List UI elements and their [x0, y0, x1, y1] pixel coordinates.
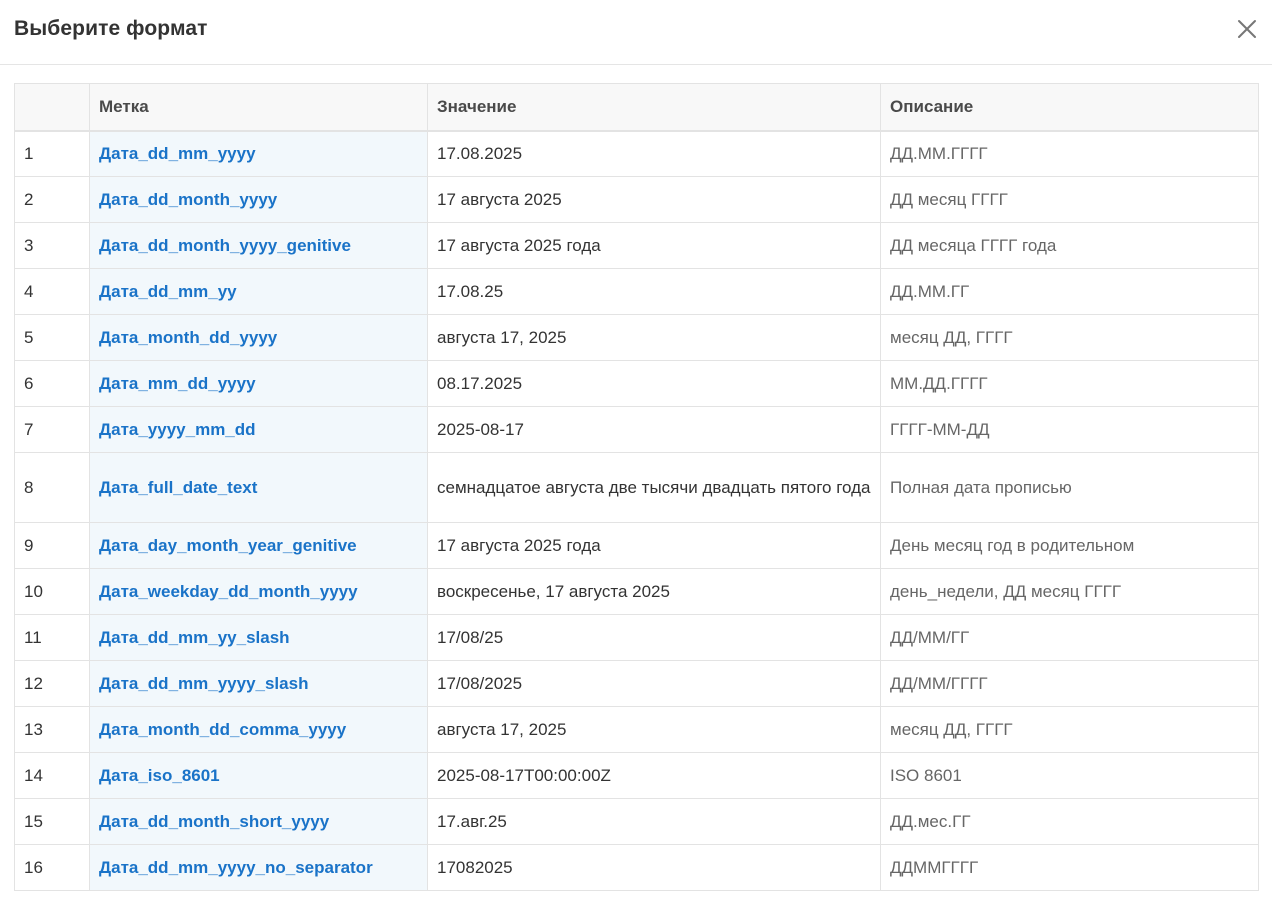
format-label-link[interactable]: Дата_dd_month_short_yyyy	[89, 798, 428, 845]
format-value: семнадцатое августа две тысячи двадцать …	[427, 452, 881, 523]
table-row[interactable]: 5 Дата_month_dd_yyyy августа 17, 2025 месяц…	[14, 314, 1259, 361]
row-number: 11	[14, 614, 90, 661]
dialog-title: Выберите формат	[14, 17, 208, 40]
format-value: августа 17, 2025	[427, 706, 881, 753]
row-number: 6	[14, 360, 90, 407]
table-row[interactable]: 1 Дата_dd_mm_yyyy 17.08.2025 ДД.ММ.ГГГГ	[14, 130, 1259, 177]
row-number: 9	[14, 522, 90, 569]
format-value: 17.08.25	[427, 268, 881, 315]
dialog-header: Выберите формат	[0, 0, 1272, 65]
format-value: 17/08/25	[427, 614, 881, 661]
row-number: 15	[14, 798, 90, 845]
table-row[interactable]: 2 Дата_dd_month_yyyy 17 августа 2025 ДД мес…	[14, 176, 1259, 223]
table-row[interactable]: 10 Дата_weekday_dd_month_yyyy воскресенье,…	[14, 568, 1259, 615]
close-icon	[1238, 20, 1256, 38]
table-row[interactable]: 12 Дата_dd_mm_yyyy_slash 17/08/2025 ДД/ММ/Г…	[14, 660, 1259, 707]
format-dialog: Выберите формат Метка Значение Описание …	[0, 0, 1272, 904]
table-row[interactable]: 7 Дата_yyyy_mm_dd 2025-08-17 ГГГГ-ММ-ДД	[14, 406, 1259, 453]
row-number: 14	[14, 752, 90, 799]
format-description: ДД.ММ.ГГГГ	[880, 130, 1259, 177]
table-row[interactable]: 6 Дата_mm_dd_yyyy 08.17.2025 ММ.ДД.ГГГГ	[14, 360, 1259, 407]
format-label-link[interactable]: Дата_dd_month_yyyy_genitive	[89, 222, 428, 269]
format-value: 17 августа 2025	[427, 176, 881, 223]
format-label-link[interactable]: Дата_dd_mm_yy_slash	[89, 614, 428, 661]
format-table: Метка Значение Описание 1 Дата_dd_mm_yyyy…	[14, 83, 1259, 891]
row-number: 16	[14, 844, 90, 891]
format-description: ДД.ММ.ГГ	[880, 268, 1259, 315]
row-number: 3	[14, 222, 90, 269]
format-description: День месяц год в родительном	[880, 522, 1259, 569]
format-description: день_недели, ДД месяц ГГГГ	[880, 568, 1259, 615]
format-label-link[interactable]: Дата_day_month_year_genitive	[89, 522, 428, 569]
format-label-link[interactable]: Дата_month_dd_comma_yyyy	[89, 706, 428, 753]
table-header: Метка Значение Описание	[14, 83, 1259, 132]
table-row[interactable]: 8 Дата_full_date_text семнадцатое августа …	[14, 452, 1259, 523]
table-row[interactable]: 13 Дата_month_dd_comma_yyyy августа 17, 20…	[14, 706, 1259, 753]
row-number: 13	[14, 706, 90, 753]
format-label-link[interactable]: Дата_mm_dd_yyyy	[89, 360, 428, 407]
row-number: 12	[14, 660, 90, 707]
format-description: ДД месяц ГГГГ	[880, 176, 1259, 223]
format-value: 17 августа 2025 года	[427, 222, 881, 269]
row-number: 8	[14, 452, 90, 523]
format-label-link[interactable]: Дата_dd_month_yyyy	[89, 176, 428, 223]
format-label-link[interactable]: Дата_yyyy_mm_dd	[89, 406, 428, 453]
table-row[interactable]: 11 Дата_dd_mm_yy_slash 17/08/25 ДД/ММ/ГГ	[14, 614, 1259, 661]
format-value: 08.17.2025	[427, 360, 881, 407]
format-value: 17.08.2025	[427, 130, 881, 177]
table-header-row: Метка Значение Описание	[14, 83, 1259, 132]
format-label-link[interactable]: Дата_month_dd_yyyy	[89, 314, 428, 361]
format-description: ДДММГГГГ	[880, 844, 1259, 891]
table-row[interactable]: 16 Дата_dd_mm_yyyy_no_separator 17082025 ДД…	[14, 844, 1259, 891]
format-description: месяц ДД, ГГГГ	[880, 706, 1259, 753]
row-number: 5	[14, 314, 90, 361]
format-description: ДД/ММ/ГГГГ	[880, 660, 1259, 707]
row-number: 10	[14, 568, 90, 615]
format-value: 17 августа 2025 года	[427, 522, 881, 569]
column-header-num	[14, 83, 90, 132]
format-description: месяц ДД, ГГГГ	[880, 314, 1259, 361]
format-description: ISO 8601	[880, 752, 1259, 799]
format-label-link[interactable]: Дата_dd_mm_yyyy	[89, 130, 428, 177]
format-label-link[interactable]: Дата_dd_mm_yy	[89, 268, 428, 315]
format-value: 2025-08-17T00:00:00Z	[427, 752, 881, 799]
format-description: ММ.ДД.ГГГГ	[880, 360, 1259, 407]
format-description: ГГГГ-ММ-ДД	[880, 406, 1259, 453]
row-number: 1	[14, 130, 90, 177]
column-header-description: Описание	[880, 83, 1259, 132]
table-row[interactable]: 9 Дата_day_month_year_genitive 17 августа …	[14, 522, 1259, 569]
format-label-link[interactable]: Дата_weekday_dd_month_yyyy	[89, 568, 428, 615]
column-header-label: Метка	[89, 83, 428, 132]
format-value: 17/08/2025	[427, 660, 881, 707]
format-value: 17.авг.25	[427, 798, 881, 845]
row-number: 7	[14, 406, 90, 453]
format-value: воскресенье, 17 августа 2025	[427, 568, 881, 615]
table-row[interactable]: 3 Дата_dd_month_yyyy_genitive 17 августа 2…	[14, 222, 1259, 269]
format-label-link[interactable]: Дата_dd_mm_yyyy_slash	[89, 660, 428, 707]
format-label-link[interactable]: Дата_dd_mm_yyyy_no_separator	[89, 844, 428, 891]
column-header-value: Значение	[427, 83, 881, 132]
format-value: 2025-08-17	[427, 406, 881, 453]
format-description: Полная дата прописью	[880, 452, 1259, 523]
format-value: августа 17, 2025	[427, 314, 881, 361]
format-description: ДД.мес.ГГ	[880, 798, 1259, 845]
format-value: 17082025	[427, 844, 881, 891]
close-button[interactable]	[1234, 16, 1260, 42]
table-body: 1 Дата_dd_mm_yyyy 17.08.2025 ДД.ММ.ГГГГ 2 Дат…	[14, 130, 1259, 891]
table-row[interactable]: 14 Дата_iso_8601 2025-08-17T00:00:00Z ISO 8…	[14, 752, 1259, 799]
row-number: 2	[14, 176, 90, 223]
format-description: ДД/ММ/ГГ	[880, 614, 1259, 661]
format-table-container: Метка Значение Описание 1 Дата_dd_mm_yyyy…	[14, 83, 1259, 891]
format-label-link[interactable]: Дата_full_date_text	[89, 452, 428, 523]
table-row[interactable]: 4 Дата_dd_mm_yy 17.08.25 ДД.ММ.ГГ	[14, 268, 1259, 315]
row-number: 4	[14, 268, 90, 315]
format-description: ДД месяца ГГГГ года	[880, 222, 1259, 269]
format-label-link[interactable]: Дата_iso_8601	[89, 752, 428, 799]
table-row[interactable]: 15 Дата_dd_month_short_yyyy 17.авг.25 ДД.ме…	[14, 798, 1259, 845]
